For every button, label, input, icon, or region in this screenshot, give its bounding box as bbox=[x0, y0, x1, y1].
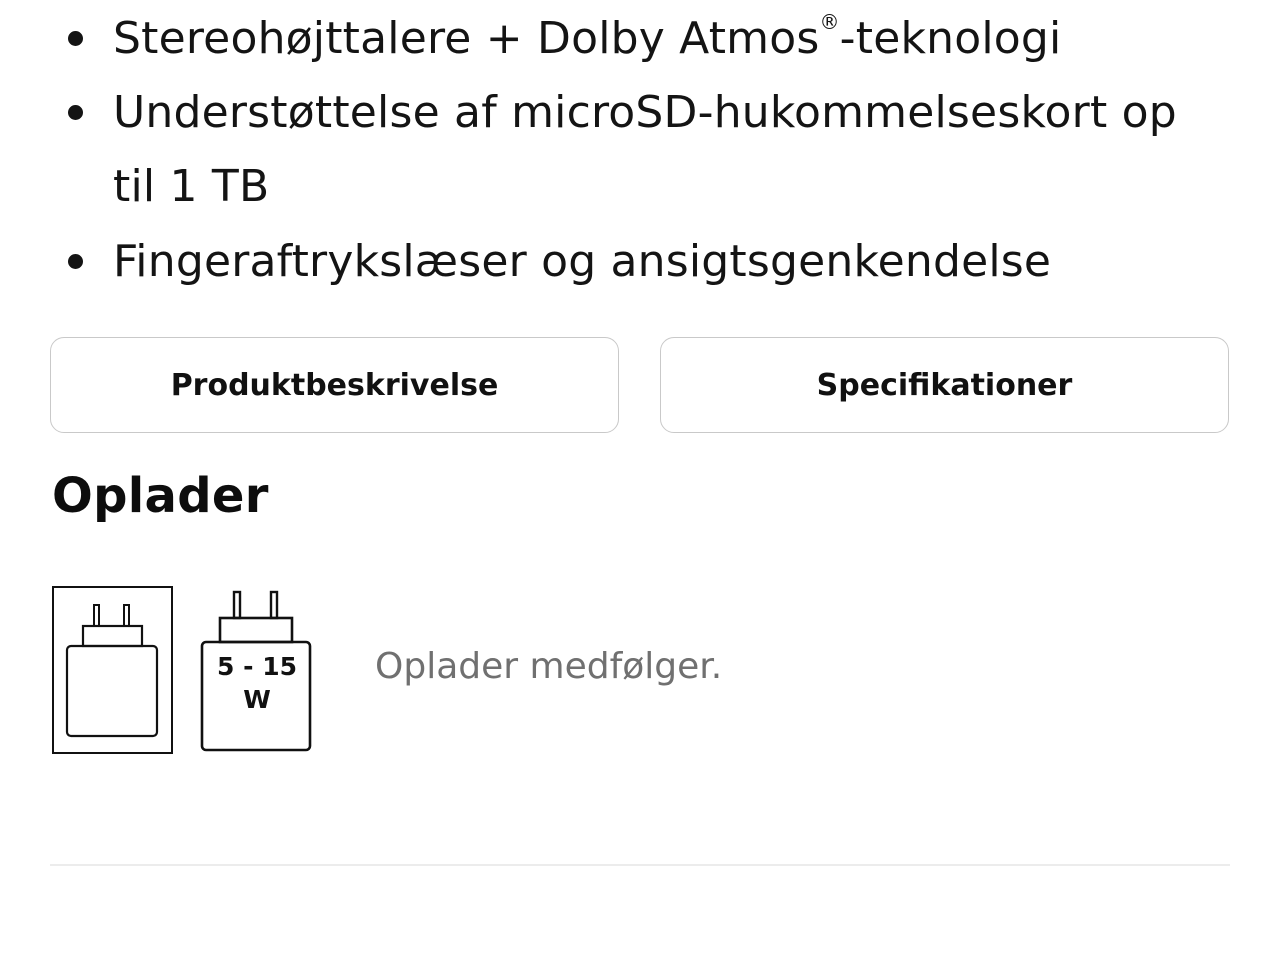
wattage-unit: W bbox=[243, 685, 271, 714]
charger-section-title: Oplader bbox=[52, 468, 269, 524]
wattage-label: 5 - 15 W bbox=[202, 650, 312, 716]
wattage-range: 5 - 15 bbox=[217, 652, 297, 681]
feature-item-microsd: Understøttelse af microSD-hukommelseskor… bbox=[0, 76, 1280, 224]
feature-text-line1: Understøttelse af microSD-hukommelseskor… bbox=[113, 87, 1177, 138]
page: Stereohøjttalere + Dolby Atmos®-teknolog… bbox=[0, 0, 1280, 960]
feature-text: Stereohøjttalere + Dolby Atmos®-teknolog… bbox=[113, 10, 1062, 64]
feature-text: Fingeraftrykslæser og ansigtsgenkendelse bbox=[113, 236, 1052, 287]
bullet-icon bbox=[68, 254, 83, 269]
feature-text-line2: til 1 TB bbox=[113, 161, 270, 212]
bullet-icon bbox=[68, 31, 83, 46]
registered-mark: ® bbox=[819, 10, 840, 34]
bullet-icon bbox=[68, 105, 83, 120]
product-description-button[interactable]: Produktbeskrivelse bbox=[50, 337, 619, 433]
charger-info: 5 - 15 W Oplader medfølger. bbox=[52, 586, 1232, 756]
product-tabs: Produktbeskrivelse Specifikationer bbox=[50, 337, 1230, 435]
feature-item-biometrics: Fingeraftrykslæser og ansigtsgenkendelse bbox=[0, 225, 1280, 299]
charger-status-text: Oplader medfølger. bbox=[375, 646, 723, 687]
charger-included-icon bbox=[52, 586, 173, 754]
specifications-button[interactable]: Specifikationer bbox=[660, 337, 1229, 433]
divider bbox=[50, 864, 1230, 866]
feature-item-speakers: Stereohøjttalere + Dolby Atmos®-teknolog… bbox=[0, 2, 1280, 76]
